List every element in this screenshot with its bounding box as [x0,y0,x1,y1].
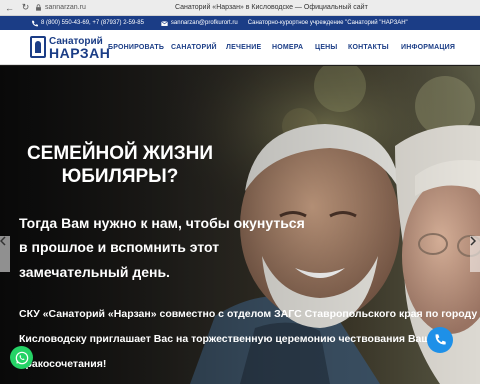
nav-item-treatment[interactable]: ЛЕЧЕНИЕ [226,44,261,51]
hero-title-line1: СЕМЕЙНОЙ ЖИЗНИ [26,143,214,164]
nav-item-book[interactable]: БРОНИРОВАТЬ [108,44,164,51]
slider-prev-button[interactable] [0,236,10,272]
address-bar[interactable]: sannarzan.ru [35,2,145,14]
browser-bar: ← ↻ sannarzan.ru Санаторий «Нарзан» в Ки… [0,0,480,16]
nav-item-sanatorium[interactable]: САНАТОРИЙ [171,44,217,51]
phone-numbers: 8 (800) 550-43-69, +7 (87937) 2-59-85 [41,20,144,26]
url-text: sannarzan.ru [45,4,86,11]
main-header: Санаторий НАРЗАН БРОНИРОВАТЬ САНАТОРИЙ Л… [0,30,480,65]
logo-line2: НАРЗАН [49,45,111,61]
reload-icon[interactable]: ↻ [19,1,32,14]
email-text: sannarzan@profkurort.ru [170,20,238,26]
top-info-bar: 8 (800) 550-43-69, +7 (87937) 2-59-85 sa… [0,16,480,30]
nav-item-contacts[interactable]: КОНТАКТЫ [348,44,389,51]
page: ← ↻ sannarzan.ru Санаторий «Нарзан» в Ки… [0,0,480,384]
hero-subtitle-line1: Тогда Вам нужно к нам, чтобы окунуться [19,215,305,231]
tab-title: Санаторий «Нарзан» в Кисловодске — Офици… [175,4,368,11]
email-link[interactable]: sannarzan@profkurort.ru [161,20,238,27]
hero-subtitle-line2: в прошлое и вспомнить этот [19,239,220,255]
phone-small-icon [32,19,38,26]
logo-emblem-icon [30,36,46,58]
phones[interactable]: 8 (800) 550-43-69, +7 (87937) 2-59-85 [31,19,144,27]
lock-icon [36,4,41,11]
back-icon[interactable]: ← [3,1,16,14]
mail-icon [161,20,168,26]
hero-slider: СЕМЕЙНОЙ ЖИЗНИ ЮБИЛЯРЫ? Тогда Вам нужно … [0,66,480,384]
slider-next-button[interactable] [470,236,480,272]
chevron-left-icon [0,236,6,246]
hero-text-line2: Кисловодску приглашает Вас на торжествен… [19,333,447,345]
call-button[interactable] [427,327,453,353]
whatsapp-icon [15,351,28,364]
phone-icon [435,334,446,345]
whatsapp-button[interactable] [10,346,33,369]
nav-item-info[interactable]: ИНФОРМАЦИЯ [401,44,455,51]
hero-text-line1: СКУ «Санаторий «Нарзан» совместно с отде… [19,308,478,320]
nav-item-prices[interactable]: ЦЕНЫ [315,44,338,51]
org-name: Санаторно-курортное учреждение "Санатори… [247,20,408,26]
logo[interactable]: Санаторий НАРЗАН [30,36,110,60]
chevron-right-icon [470,236,476,246]
hero-title-line2: ЮБИЛЯРЫ? [61,166,179,187]
nav-item-rooms[interactable]: НОМЕРА [272,44,303,51]
hero-subtitle-line3: замечательный день. [19,264,170,280]
